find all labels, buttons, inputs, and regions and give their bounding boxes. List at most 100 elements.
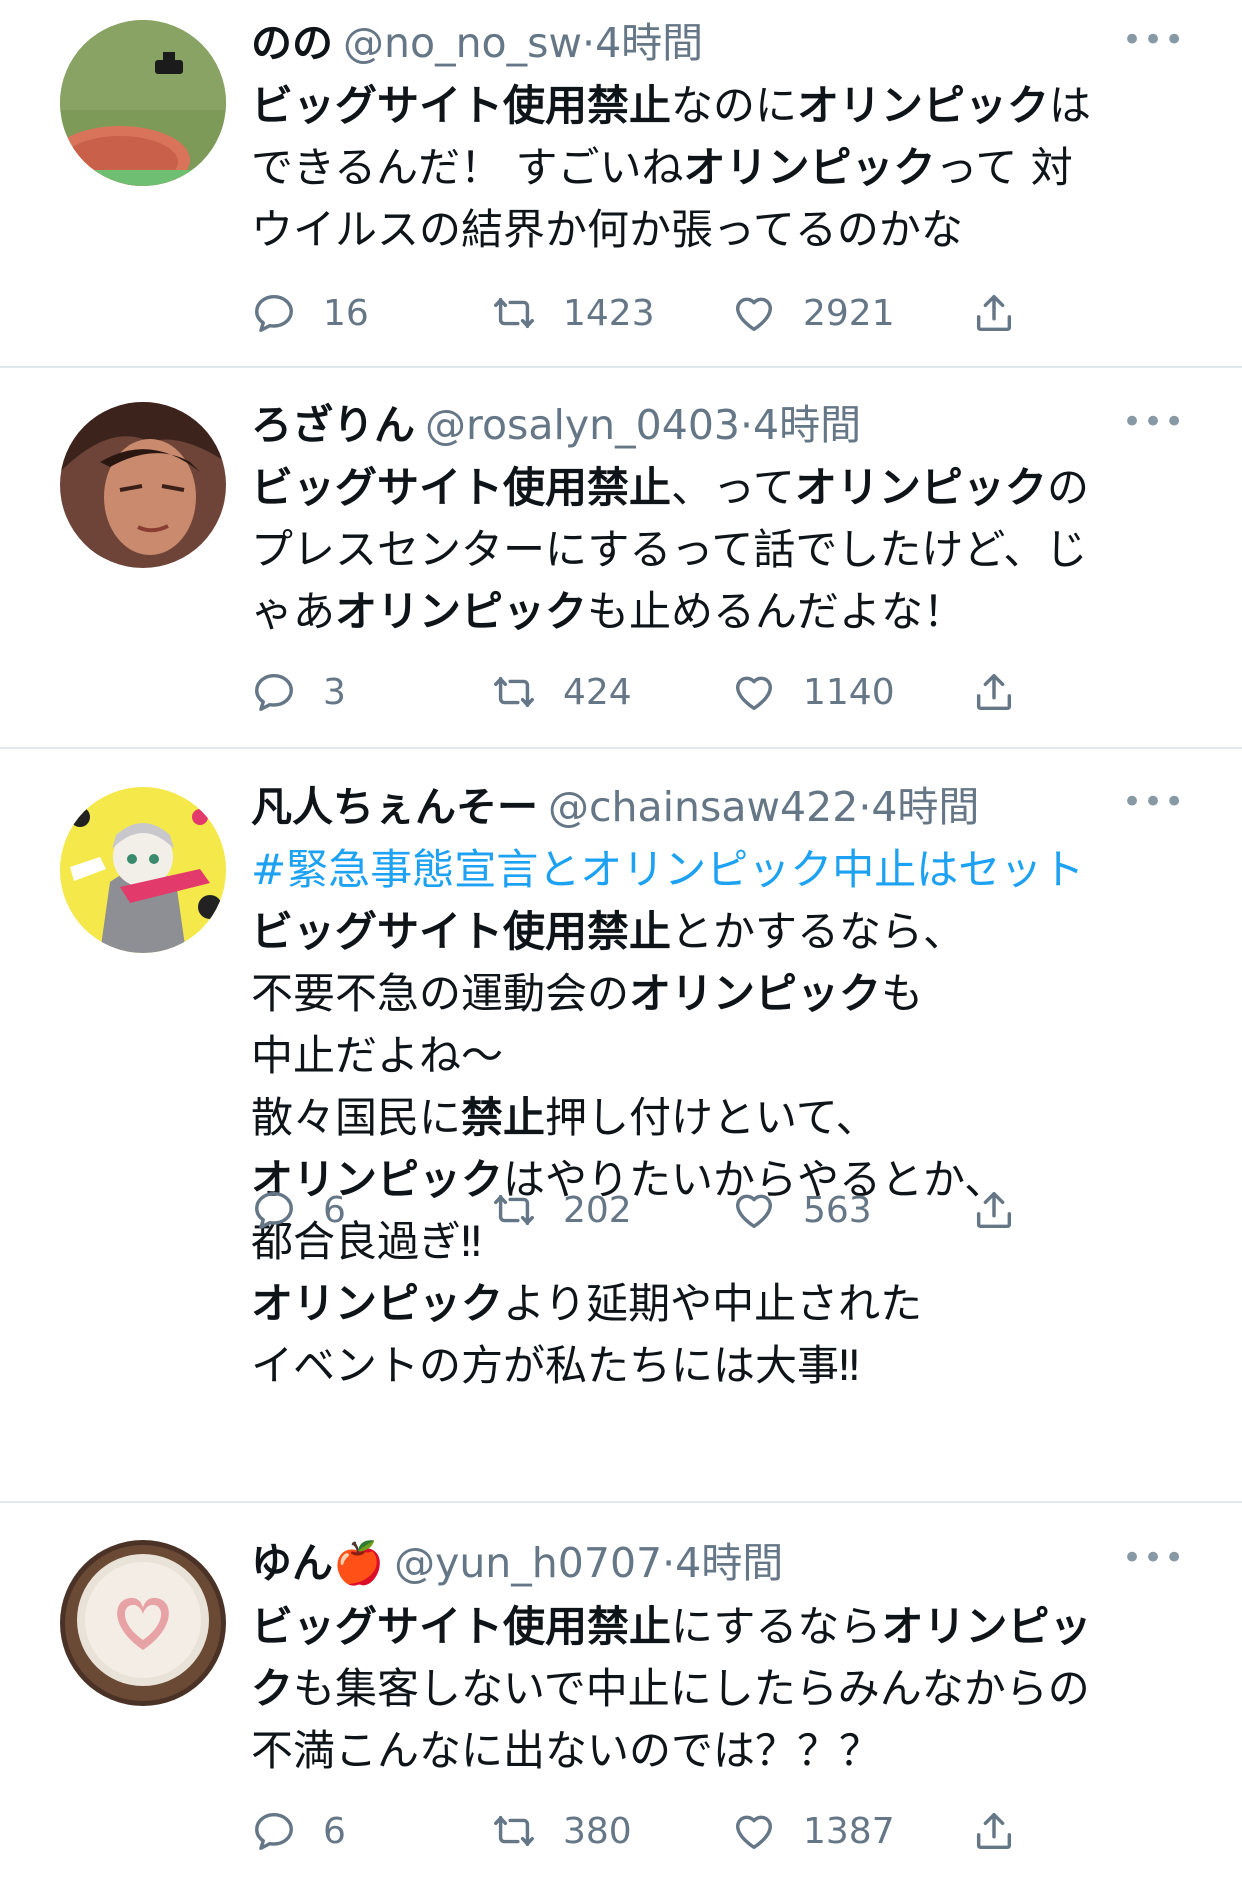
search-term-highlight: ビッグサイト使用禁止 <box>251 907 672 956</box>
like-count: 2921 <box>803 292 895 334</box>
search-term-highlight: ビッグサイト使用禁止 <box>251 463 672 512</box>
tweet-text-segment: 不要不急の運動会の <box>251 969 630 1018</box>
tweet-header: のの @no_no_sw·4時間 <box>251 18 1172 68</box>
search-term-highlight: オリンピック <box>335 587 588 636</box>
tweet-text: ビッグサイト使用禁止、ってオリンピックの プレスセンターにするって話でしたけど、じ… <box>251 457 1202 643</box>
tweet-text-segment: できるんだ！ すごいね <box>251 143 684 192</box>
retweet-button[interactable]: 202 <box>491 1180 632 1240</box>
tweet-actions: 3 424 1140 <box>251 662 1051 722</box>
tweet-text-segment: より延期や中止された <box>503 1279 923 1328</box>
tweet-text-segment: なのに <box>671 81 798 130</box>
tweet-text-segment: は <box>1049 81 1092 130</box>
share-button[interactable] <box>971 1180 1043 1240</box>
search-term-highlight: オリンピック <box>629 969 882 1018</box>
timestamp[interactable]: ·4時間 <box>858 783 979 831</box>
tweet-text-segment: ウイルスの結界か何か張ってるのかな <box>251 205 963 254</box>
hashtag-link[interactable]: #緊急事態宣言とオリンピック中止はセット <box>251 845 1084 894</box>
reply-icon <box>255 673 293 711</box>
tweet[interactable]: ゆん🍎 @yun_h0707·4時間 ••• ビッグサイト使用禁止にするならオリン… <box>0 1503 1242 1877</box>
reply-icon <box>255 294 293 332</box>
share-icon <box>976 294 1012 332</box>
avatar[interactable] <box>60 787 226 953</box>
reply-count: 6 <box>323 1810 346 1852</box>
tweet-text-segment: 不満こんなに出ないのでは？？？ <box>251 1726 882 1775</box>
user-handle[interactable]: @chainsaw422 <box>548 783 858 831</box>
share-button[interactable] <box>971 283 1043 343</box>
search-term-highlight: オリンピック <box>683 143 936 192</box>
tweet-header: 凡人ちぇんそー @chainsaw422·4時間 <box>251 782 1172 832</box>
more-options-icon[interactable]: ••• <box>1122 782 1184 832</box>
tweet-text-segment: プレスセンターにするって話でしたけど、じ <box>251 525 1088 574</box>
timestamp[interactable]: ·4時間 <box>662 1539 783 1587</box>
retweet-count: 380 <box>563 1810 632 1852</box>
tweet-text-segment: ゃあ <box>251 587 336 636</box>
share-icon <box>976 673 1012 711</box>
like-button[interactable]: 2921 <box>731 283 895 343</box>
heart-icon <box>735 1194 773 1229</box>
more-options-icon[interactable]: ••• <box>1122 20 1184 70</box>
tweet-text-segment: 中止だよね〜 <box>251 1031 504 1080</box>
tweet-text-segment: の <box>1046 463 1089 512</box>
reply-count: 16 <box>323 292 369 334</box>
tweet-actions: 6 202 563 <box>251 1180 1051 1240</box>
tweet-actions: 6 380 1387 <box>251 1801 1051 1861</box>
avatar[interactable] <box>60 402 226 568</box>
tweet-text: #緊急事態宣言とオリンピック中止はセット ビッグサイト使用禁止とかするなら、 不要不… <box>251 839 1202 1397</box>
avatar[interactable] <box>60 1540 226 1706</box>
search-term-highlight: オリンピック <box>794 463 1047 512</box>
share-button[interactable] <box>971 662 1043 722</box>
reply-button[interactable]: 6 <box>251 1180 346 1240</box>
like-button[interactable]: 1140 <box>731 662 895 722</box>
retweet-button[interactable]: 424 <box>491 662 632 722</box>
tweet-text-segment: も <box>881 969 924 1018</box>
tweet-text: ビッグサイト使用禁止にするならオリンピッ クも集客しないで中止にしたらみんなからの… <box>251 1596 1202 1782</box>
tweet[interactable]: ろざりん @rosalyn_0403·4時間 ••• ビッグサイト使用禁止、ってオ… <box>0 368 1242 748</box>
search-term-highlight: 禁止 <box>461 1093 546 1142</box>
tweet-text-segment: も集客しないで中止にしたらみんなからの <box>293 1664 1090 1713</box>
tweet-text-segment: 散々国民に <box>251 1093 462 1142</box>
more-options-icon[interactable]: ••• <box>1122 402 1184 452</box>
avatar[interactable] <box>60 20 226 186</box>
user-handle[interactable]: @yun_h0707 <box>394 1539 662 1587</box>
search-term-highlight: オリンピック <box>797 81 1050 130</box>
tweet[interactable]: のの @no_no_sw·4時間 ••• ビッグサイト使用禁止なのにオリンピックは… <box>0 0 1242 368</box>
display-name[interactable]: ろざりん <box>251 401 415 449</box>
heart-icon <box>735 676 773 711</box>
timestamp[interactable]: ·4時間 <box>740 401 861 449</box>
timestamp[interactable]: ·4時間 <box>582 19 703 67</box>
search-term-highlight: オリンピッ <box>881 1602 1092 1651</box>
like-count: 1140 <box>803 671 895 713</box>
like-button[interactable]: 1387 <box>731 1801 895 1861</box>
user-handle[interactable]: @no_no_sw <box>343 19 582 67</box>
retweet-icon <box>494 676 534 708</box>
reply-count: 3 <box>323 671 346 713</box>
search-term-highlight: ビッグサイト使用禁止 <box>251 1602 672 1651</box>
display-name[interactable]: 凡人ちぇんそー <box>251 783 538 831</box>
tweet-text-segment: とかするなら、 <box>671 907 966 956</box>
display-name[interactable]: ゆん🍎 <box>251 1539 384 1587</box>
tweet-header: ろざりん @rosalyn_0403·4時間 <box>251 400 1172 450</box>
more-options-icon[interactable]: ••• <box>1122 1538 1184 1588</box>
reply-button[interactable]: 3 <box>251 662 346 722</box>
search-term-highlight: ビッグサイト使用禁止 <box>251 81 672 130</box>
search-term-highlight: ク <box>251 1664 294 1713</box>
like-button[interactable]: 563 <box>731 1180 872 1240</box>
reply-count: 6 <box>323 1189 346 1231</box>
tweet-text-segment: 、って <box>671 463 795 512</box>
share-button[interactable] <box>971 1801 1043 1861</box>
tweet-actions: 16 1423 2921 <box>251 283 1051 343</box>
retweet-count: 424 <box>563 671 632 713</box>
display-name[interactable]: のの <box>251 19 333 67</box>
tweet-text-segment: 押し付けといて、 <box>545 1093 878 1142</box>
retweet-count: 1423 <box>563 292 655 334</box>
reply-button[interactable]: 16 <box>251 283 369 343</box>
retweet-button[interactable]: 1423 <box>491 283 655 343</box>
reply-button[interactable]: 6 <box>251 1801 346 1861</box>
user-handle[interactable]: @rosalyn_0403 <box>425 401 740 449</box>
heart-icon <box>735 1815 773 1850</box>
like-count: 563 <box>803 1189 872 1231</box>
retweet-button[interactable]: 380 <box>491 1801 632 1861</box>
reply-icon <box>255 1812 293 1850</box>
tweet[interactable]: 凡人ちぇんそー @chainsaw422·4時間 ••• #緊急事態宣言とオリンピ… <box>0 749 1242 1502</box>
share-icon <box>976 1191 1012 1229</box>
